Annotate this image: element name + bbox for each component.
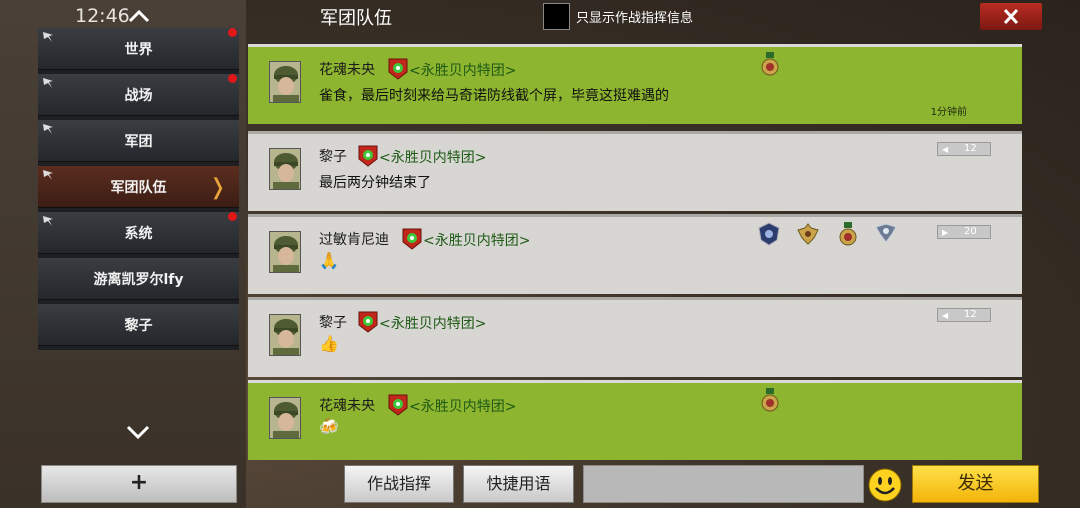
avatar[interactable]: [269, 314, 301, 356]
eagle-rank-icon: [875, 223, 897, 243]
sidebar-item-label: 战场: [124, 88, 153, 104]
chat-message: 花魂未央 <永胜贝内特团> 雀食，最后时刻来给马奇诺防线截个屏，毕竟这挺难遇的 …: [248, 44, 1022, 124]
level-value: 12: [964, 309, 977, 320]
close-button[interactable]: [980, 3, 1042, 30]
clock: 12:46: [75, 5, 130, 27]
play-icon: ◀: [942, 311, 949, 320]
filter-label: 只显示作战指挥信息: [576, 11, 694, 26]
play-icon: ▶: [942, 228, 949, 237]
avatar[interactable]: [269, 148, 301, 190]
chat-list[interactable]: 花魂未央 <永胜贝内特团> 雀食，最后时刻来给马奇诺防线截个屏，毕竟这挺难遇的 …: [248, 44, 1022, 462]
message-text: 最后两分钟结束了: [319, 175, 431, 191]
sidebar-item-system[interactable]: 系统: [38, 212, 239, 254]
unread-dot: [228, 74, 237, 83]
corps-emblem-icon: [358, 311, 378, 333]
level-badge: ▶ 20: [937, 225, 991, 239]
corps-name: <永胜贝内特团>: [379, 316, 487, 332]
corps-emblem-icon: [388, 394, 408, 416]
corps-name: <永胜贝内特团>: [409, 399, 517, 415]
level-value: 20: [964, 226, 977, 237]
username[interactable]: 黎子: [319, 312, 347, 332]
username[interactable]: 花魂未央: [319, 59, 375, 79]
message-emoji: 👍: [319, 334, 339, 353]
corps-emblem-icon: [358, 145, 378, 167]
corps-name: <永胜贝内特团>: [423, 233, 531, 249]
sidebar-item-corps[interactable]: 军团: [38, 120, 239, 162]
medal-icon: [761, 388, 779, 412]
soldier-icon: [270, 62, 300, 102]
send-button[interactable]: 发送: [912, 465, 1039, 503]
play-icon: ◀: [942, 145, 949, 154]
sidebar-item-private-chat[interactable]: 黎子: [38, 304, 239, 346]
message-text: 雀食，最后时刻来给马奇诺防线截个屏，毕竟这挺难遇的: [319, 88, 669, 104]
smiley-icon[interactable]: [868, 468, 902, 502]
add-channel-button[interactable]: +: [41, 465, 237, 503]
avatar[interactable]: [269, 61, 301, 103]
sidebar-item-corps-team[interactable]: 军团队伍 ❭: [38, 166, 239, 208]
chat-message: 黎子 <永胜贝内特团> 👍 ◀ 12: [248, 297, 1022, 377]
chevron-up-icon[interactable]: [128, 9, 150, 23]
soldier-icon: [270, 149, 300, 189]
command-button[interactable]: 作战指挥: [344, 465, 454, 503]
corps-name: <永胜贝内特团>: [409, 63, 517, 79]
sidebar-item-label: 游离凯罗尔lfy: [93, 272, 184, 288]
avatar[interactable]: [269, 397, 301, 439]
chevron-down-icon[interactable]: [126, 424, 150, 440]
level-value: 12: [964, 143, 977, 154]
unread-dot: [228, 28, 237, 37]
corps-emblem-icon: [388, 58, 408, 80]
soldier-icon: [270, 315, 300, 355]
timestamp: 1分钟前: [930, 107, 967, 118]
corps-name: <永胜贝内特团>: [379, 150, 487, 166]
username[interactable]: 花魂未央: [319, 395, 375, 415]
filter-checkbox[interactable]: [543, 3, 570, 30]
sidebar-item-private-chat[interactable]: 游离凯罗尔lfy: [38, 258, 239, 300]
chat-message: 黎子 <永胜贝内特团> 最后两分钟结束了 ◀ 12: [248, 131, 1022, 211]
channel-sidebar: 世界 战场 军团 军团队伍 ❭ 系统 游离凯罗尔lfy 黎子: [38, 28, 239, 350]
medal-icon: [839, 222, 857, 246]
message-input[interactable]: [583, 465, 864, 503]
page-title: 军团队伍: [320, 8, 392, 29]
quick-phrase-button[interactable]: 快捷用语: [463, 465, 574, 503]
message-emoji: 🍻: [319, 417, 339, 436]
sidebar-item-label: 军团: [124, 134, 153, 150]
soldier-icon: [270, 232, 300, 272]
sidebar-item-battlefield[interactable]: 战场: [38, 74, 239, 116]
wing-rank-icon: [797, 223, 819, 245]
chat-message: 过敏肯尼迪 <永胜贝内特团> 🙏 ▶ 20: [248, 214, 1022, 294]
level-badge: ◀ 12: [937, 142, 991, 156]
sidebar-item-world[interactable]: 世界: [38, 28, 239, 70]
chevron-right-icon: ❭: [208, 175, 227, 200]
sidebar-item-label: 系统: [124, 226, 153, 242]
sidebar-item-label: 世界: [124, 42, 153, 58]
close-icon: [1003, 8, 1019, 25]
username[interactable]: 黎子: [319, 146, 347, 166]
chat-message: 花魂未央 <永胜贝内特团> 🍻: [248, 380, 1022, 460]
unread-dot: [228, 212, 237, 221]
message-emoji: 🙏: [319, 251, 339, 270]
avatar[interactable]: [269, 231, 301, 273]
medal-icon: [761, 52, 779, 76]
level-badge: ◀ 12: [937, 308, 991, 322]
sidebar-item-label: 黎子: [124, 318, 153, 334]
shield-rank-icon: [758, 222, 780, 246]
soldier-icon: [270, 398, 300, 438]
corps-emblem-icon: [402, 228, 422, 250]
username[interactable]: 过敏肯尼迪: [319, 229, 389, 249]
